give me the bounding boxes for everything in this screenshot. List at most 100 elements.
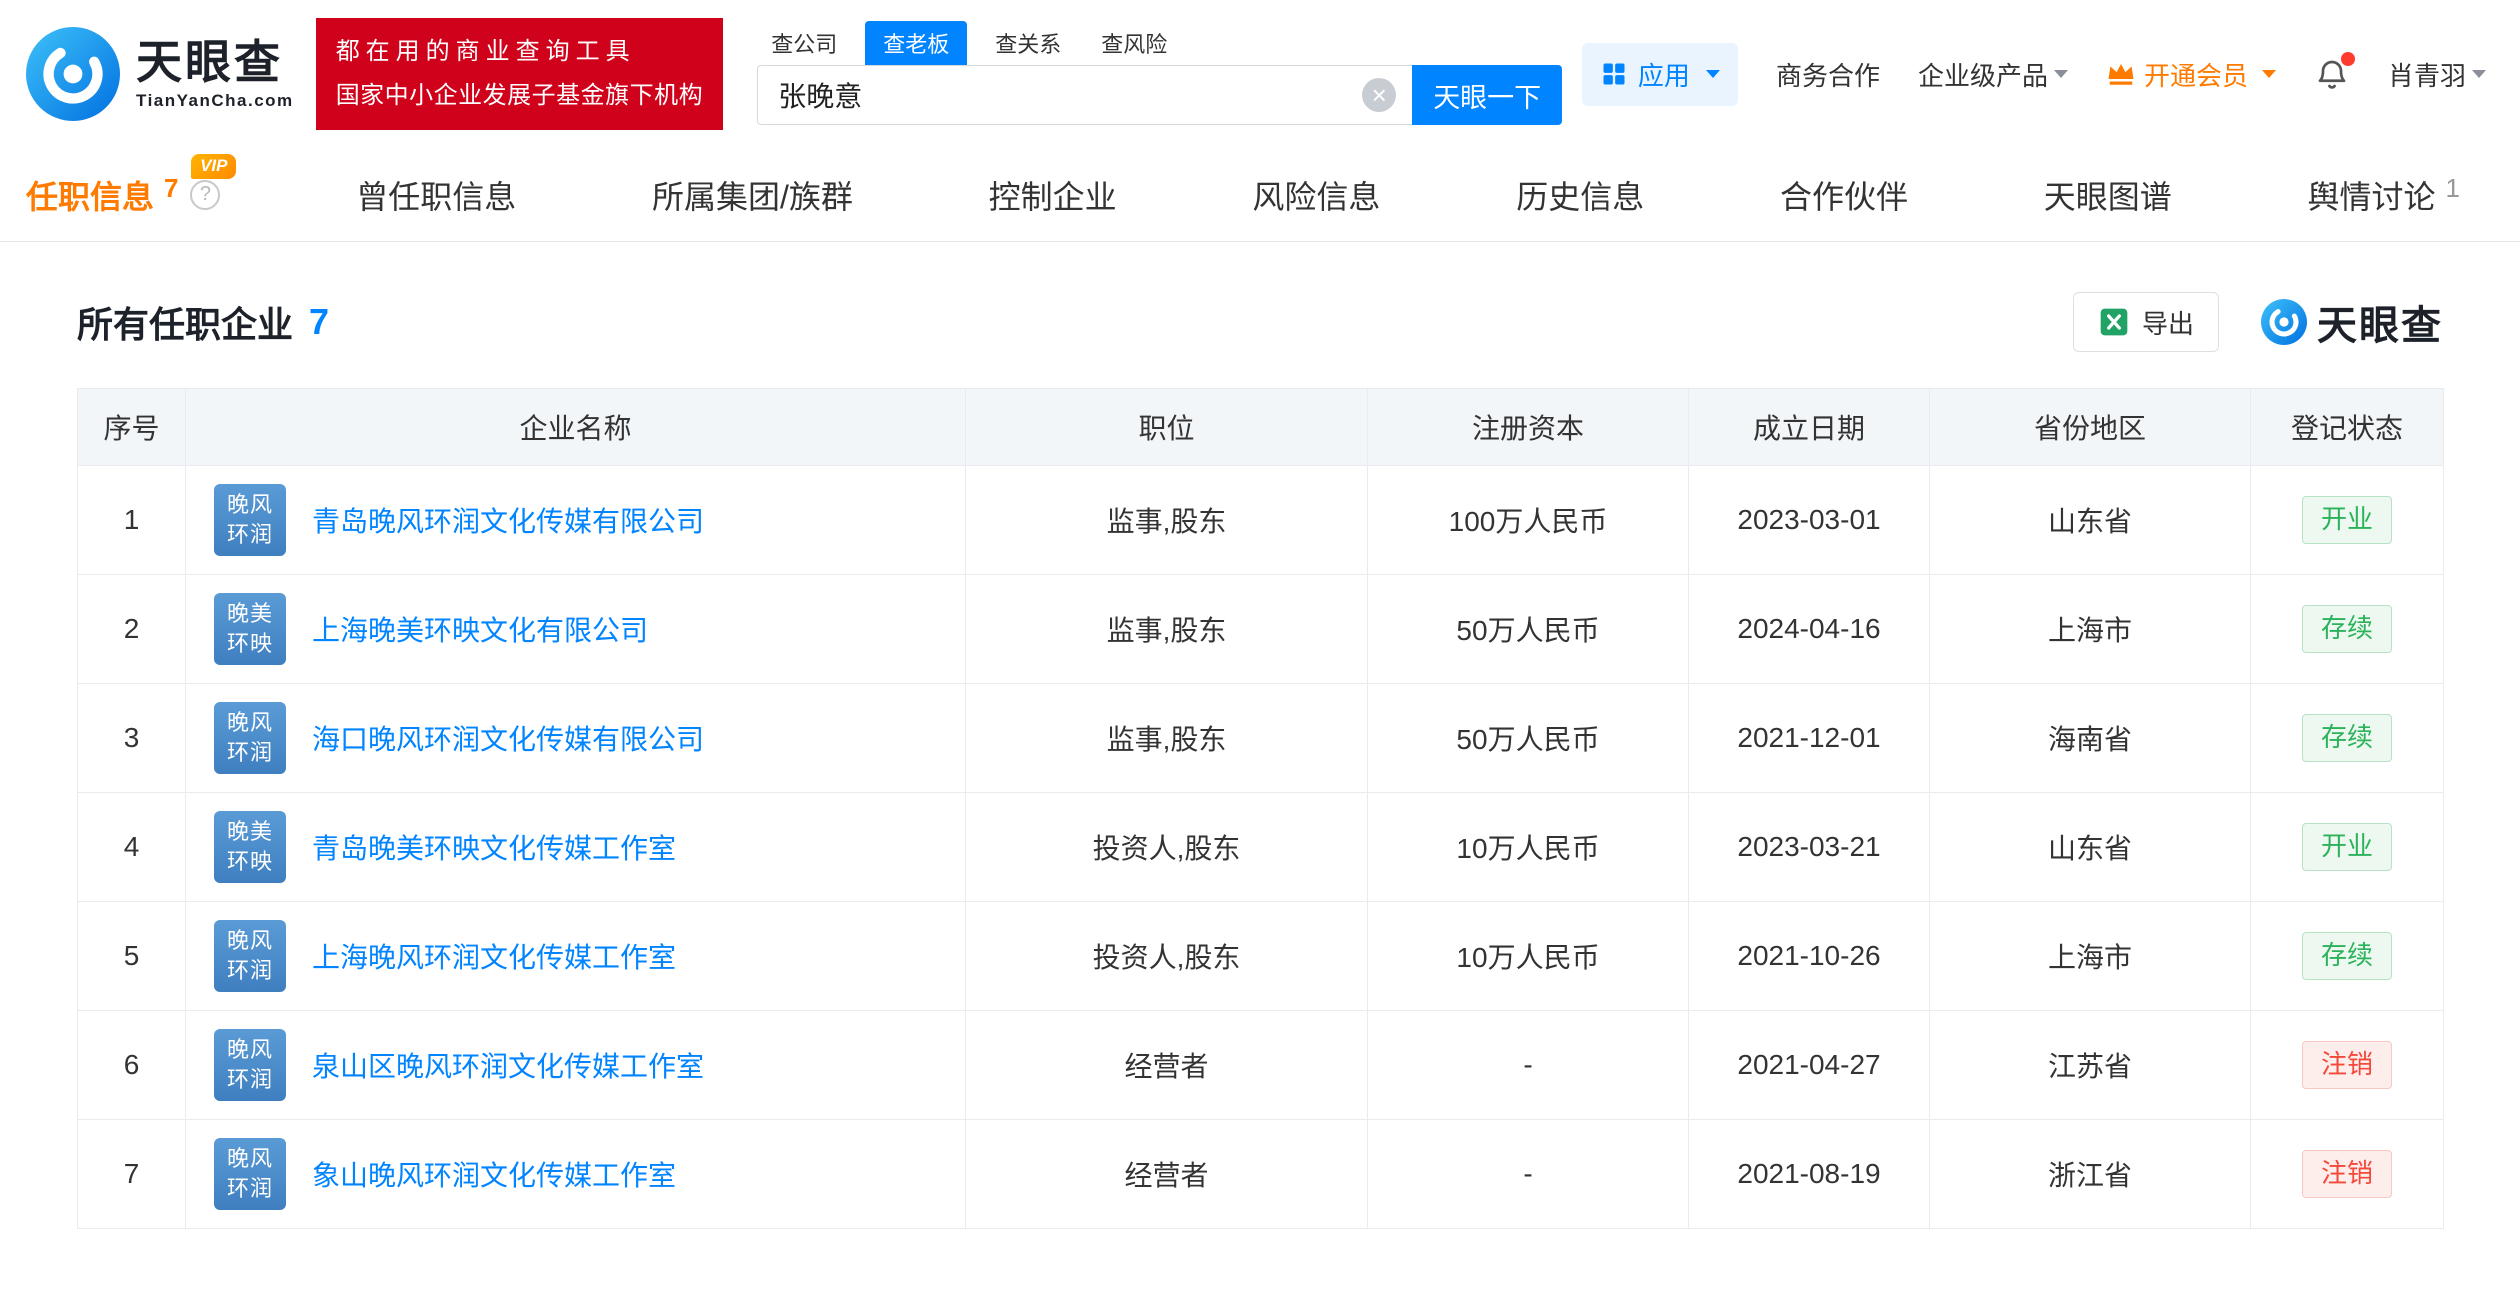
table-row: 6 晚风 环润 泉山区晚风环润文化传媒工作室 经营者 -2021-04-27 江苏省 注销 xyxy=(77,1010,2444,1120)
tab-label: 控制企业 xyxy=(988,178,1117,215)
position-cell: 监事,股东 xyxy=(965,683,1368,793)
status-badge: 存续 xyxy=(2301,932,2392,980)
company-cell: 晚美 环映 上海晚美环映文化有限公司 xyxy=(185,574,966,684)
row-number: 7 xyxy=(77,1119,186,1229)
company-cell-inner: 晚风 环润 泉山区晚风环润文化传媒工作室 xyxy=(214,1029,945,1101)
company-name-link[interactable]: 青岛晚美环映文化传媒工作室 xyxy=(312,827,676,867)
business-cooperation-link[interactable]: 商务合作 xyxy=(1776,56,1880,93)
company-logo: 晚风 环润 xyxy=(214,1138,286,1210)
date-cell: 2023-03-21 xyxy=(1688,792,1930,902)
region-cell: 浙江省 xyxy=(1929,1119,2251,1229)
company-name-link[interactable]: 上海晚风环润文化传媒工作室 xyxy=(312,936,676,976)
help-icon[interactable]: ? xyxy=(190,179,221,210)
table-row: 1 晚风 环润 青岛晚风环润文化传媒有限公司 监事,股东 100万人民币 2023-03-0… xyxy=(77,465,2444,575)
column-header: 成立日期 xyxy=(1688,388,1930,466)
tianyancha-eye-icon xyxy=(26,27,120,121)
user-menu[interactable]: 肖青羽 xyxy=(2388,56,2486,93)
company-logo-line: 环映 xyxy=(226,631,273,656)
company-name-link[interactable]: 泉山区晚风环润文化传媒工作室 xyxy=(312,1045,704,1085)
search-tab-company[interactable]: 查公司 xyxy=(759,21,849,65)
column-header: 省份地区 xyxy=(1929,388,2251,466)
search-tabs: 查公司 查老板 查关系 查风险 xyxy=(759,21,1562,65)
company-name-link[interactable]: 青岛晚风环润文化传媒有限公司 xyxy=(312,500,704,540)
company-logo-line: 晚美 xyxy=(226,819,273,844)
notification-bell[interactable] xyxy=(2314,52,2355,93)
status-badge: 开业 xyxy=(2301,496,2392,544)
search-input[interactable] xyxy=(757,65,1413,125)
company-logo-line: 环润 xyxy=(226,1067,273,1092)
date-cell: 2021-08-19 xyxy=(1688,1119,1930,1229)
chevron-down-icon xyxy=(2472,70,2486,78)
date-cell: 2021-04-27 xyxy=(1688,1010,1930,1120)
tab-label: 合作伙伴 xyxy=(1779,178,1908,215)
tianyancha-logo[interactable]: 天眼查 TianYanCha.com xyxy=(26,27,294,121)
apps-button[interactable]: 应用 xyxy=(1581,42,1738,106)
row-number: 3 xyxy=(77,683,186,793)
tab-group[interactable]: 所属集团/族群 xyxy=(652,148,853,241)
date-cell: 2023-03-01 xyxy=(1688,465,1930,575)
company-logo-line: 晚风 xyxy=(226,1037,273,1062)
table-header-row: 序号 企业名称 职位 注册资本 成立日期 省份地区 登记状态 xyxy=(77,388,2444,466)
column-header: 职位 xyxy=(965,388,1368,466)
region-cell: 江苏省 xyxy=(1929,1010,2251,1120)
capital-cell: 50万人民币 xyxy=(1367,683,1689,793)
company-name-link[interactable]: 象山晚风环润文化传媒工作室 xyxy=(312,1154,676,1194)
row-number: 4 xyxy=(77,792,186,902)
username: 肖青羽 xyxy=(2387,60,2466,91)
vip-membership-link[interactable]: 开通会员 xyxy=(2106,56,2276,93)
row-number: 6 xyxy=(77,1010,186,1120)
export-button[interactable]: 导出 xyxy=(2072,292,2219,352)
company-name-link[interactable]: 海口晚风环润文化传媒有限公司 xyxy=(312,718,704,758)
tab-public-opinion[interactable]: 舆情讨论 1 xyxy=(2307,148,2459,241)
main-content: 所有任职企业 7 导出 天眼查 序号 企业名称 职位 注册资本 成立日期 省份地… xyxy=(77,292,2444,1229)
position-cell: 经营者 xyxy=(965,1119,1368,1229)
tianyancha-eye-icon xyxy=(2261,299,2307,345)
tab-controlled-companies[interactable]: 控制企业 xyxy=(989,148,1117,241)
search-button[interactable]: 天眼一下 xyxy=(1412,65,1563,125)
company-logo: 晚风 环润 xyxy=(214,920,286,992)
search-box: × 天眼一下 xyxy=(757,65,1563,125)
tab-count-badge: 1 xyxy=(2445,173,2460,203)
position-cell: 经营者 xyxy=(965,1010,1368,1120)
tab-history-info[interactable]: 历史信息 xyxy=(1516,148,1644,241)
clear-icon[interactable]: × xyxy=(1362,78,1397,112)
content-header: 所有任职企业 7 导出 天眼查 xyxy=(77,292,2443,352)
tab-partners[interactable]: 合作伙伴 xyxy=(1780,148,1908,241)
company-logo-line: 环润 xyxy=(226,958,273,983)
company-logo: 晚美 环映 xyxy=(214,811,286,883)
search-tab-relation[interactable]: 查关系 xyxy=(983,21,1073,65)
brand-watermark: 天眼查 xyxy=(2261,293,2443,351)
section-tabs: 任职信息 7? VIP 曾任职信息 所属集团/族群 控制企业 风险信息 历史信息 合作伙伴 天眼图… xyxy=(0,148,2520,242)
page-title: 所有任职企业 7 xyxy=(77,296,329,348)
company-logo-line: 晚风 xyxy=(226,710,273,735)
capital-cell: 10万人民币 xyxy=(1367,792,1689,902)
company-logo-line: 晚风 xyxy=(226,492,273,517)
tab-risk-info[interactable]: 风险信息 xyxy=(1252,148,1380,241)
status-badge: 存续 xyxy=(2301,605,2392,653)
region-cell: 上海市 xyxy=(1929,574,2251,684)
search-tab-boss[interactable]: 查老板 xyxy=(865,21,968,65)
column-header: 企业名称 xyxy=(185,388,966,466)
capital-cell: 10万人民币 xyxy=(1367,901,1689,1011)
company-logo-line: 晚风 xyxy=(226,928,273,953)
company-cell-inner: 晚美 环映 青岛晚美环映文化传媒工作室 xyxy=(214,811,945,883)
status-cell: 注销 xyxy=(2250,1010,2444,1120)
title-text: 所有任职企业 xyxy=(77,304,294,345)
status-badge: 开业 xyxy=(2301,823,2392,871)
search-tab-risk[interactable]: 查风险 xyxy=(1089,21,1179,65)
company-cell: 晚美 环映 青岛晚美环映文化传媒工作室 xyxy=(185,792,966,902)
table-row: 5 晚风 环润 上海晚风环润文化传媒工作室 投资人,股东 10万人民币 2021-10-26… xyxy=(77,901,2444,1011)
company-name-link[interactable]: 上海晚美环映文化有限公司 xyxy=(312,609,648,649)
company-logo-line: 环润 xyxy=(226,740,273,765)
column-header: 注册资本 xyxy=(1367,388,1689,466)
tab-current-positions[interactable]: 任职信息 7? VIP xyxy=(26,148,237,241)
apps-label: 应用 xyxy=(1637,60,1690,91)
tab-graph[interactable]: 天眼图谱 xyxy=(2044,148,2172,241)
company-logo: 晚风 环润 xyxy=(214,1029,286,1101)
enterprise-products-link[interactable]: 企业级产品 xyxy=(1918,56,2068,93)
tab-past-positions[interactable]: 曾任职信息 xyxy=(356,148,516,241)
table-row: 3 晚风 环润 海口晚风环润文化传媒有限公司 监事,股东 50万人民币 2021-12-01… xyxy=(77,683,2444,793)
company-cell: 晚风 环润 象山晚风环润文化传媒工作室 xyxy=(185,1119,966,1229)
company-logo-line: 环映 xyxy=(226,849,273,874)
brand-domain: TianYanCha.com xyxy=(136,90,294,110)
